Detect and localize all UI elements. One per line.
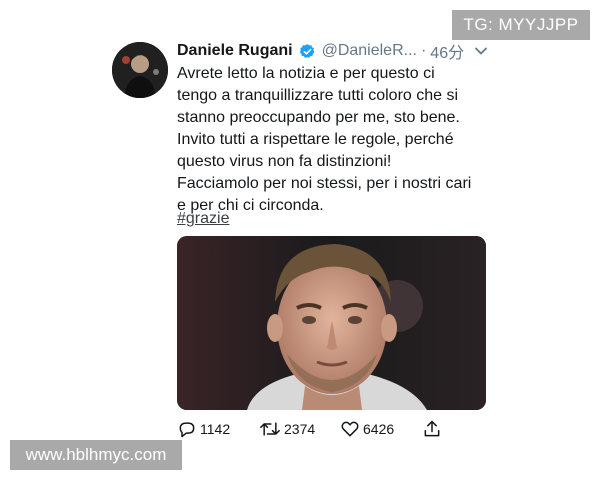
- profile-photo-icon: [112, 42, 168, 98]
- retweet-count: 2374: [284, 421, 316, 437]
- tweet-text-line: stanno preoccupando per me, sto bene.: [177, 109, 460, 126]
- tweet-text: Avrete letto la notizia e per questo ci …: [177, 63, 497, 217]
- tweet-header: Daniele Rugani @DanieleR... · 46分: [177, 40, 497, 62]
- author-name[interactable]: Daniele Rugani: [177, 42, 293, 60]
- separator-dot: ·: [420, 42, 427, 59]
- share-icon: [424, 420, 440, 437]
- retweet-button[interactable]: 2374: [259, 419, 315, 439]
- reply-count: 1142: [200, 421, 231, 437]
- reply-button[interactable]: 1142: [177, 419, 230, 439]
- verified-badge-icon: [299, 43, 316, 60]
- tweet-text-line: Facciamolo per noi stessi, per i nostri …: [177, 175, 472, 192]
- watermark-top: TG: MYYJJPP: [452, 10, 590, 40]
- tweet-text-line: Invito tutti a rispettare le regole, per…: [177, 131, 454, 148]
- hashtag-link[interactable]: #grazie: [177, 208, 229, 230]
- share-button[interactable]: [422, 419, 445, 439]
- like-count: 6426: [363, 421, 395, 437]
- avatar[interactable]: [112, 42, 168, 98]
- tweet-text-line: Avrete letto la notizia e per questo ci: [177, 65, 435, 82]
- like-button[interactable]: 6426: [340, 419, 394, 439]
- tweet-media-image[interactable]: [177, 236, 486, 410]
- heart-icon: [341, 421, 359, 437]
- tweet-text-line: questo virus non fa distinzioni!: [177, 153, 392, 170]
- reply-icon: [179, 422, 195, 438]
- retweet-icon: [260, 422, 280, 436]
- player-portrait-photo-icon: [177, 236, 486, 410]
- author-handle[interactable]: @DanieleR...: [322, 42, 417, 60]
- tweet-timestamp[interactable]: 46分: [430, 39, 464, 63]
- watermark-bottom: www.hblhmyc.com: [10, 440, 182, 470]
- tweet-actions: 1142 2374 6426: [177, 418, 477, 440]
- tweet-text-line: tengo a tranquillizzare tutti coloro che…: [177, 87, 459, 104]
- chevron-down-icon[interactable]: [474, 44, 488, 58]
